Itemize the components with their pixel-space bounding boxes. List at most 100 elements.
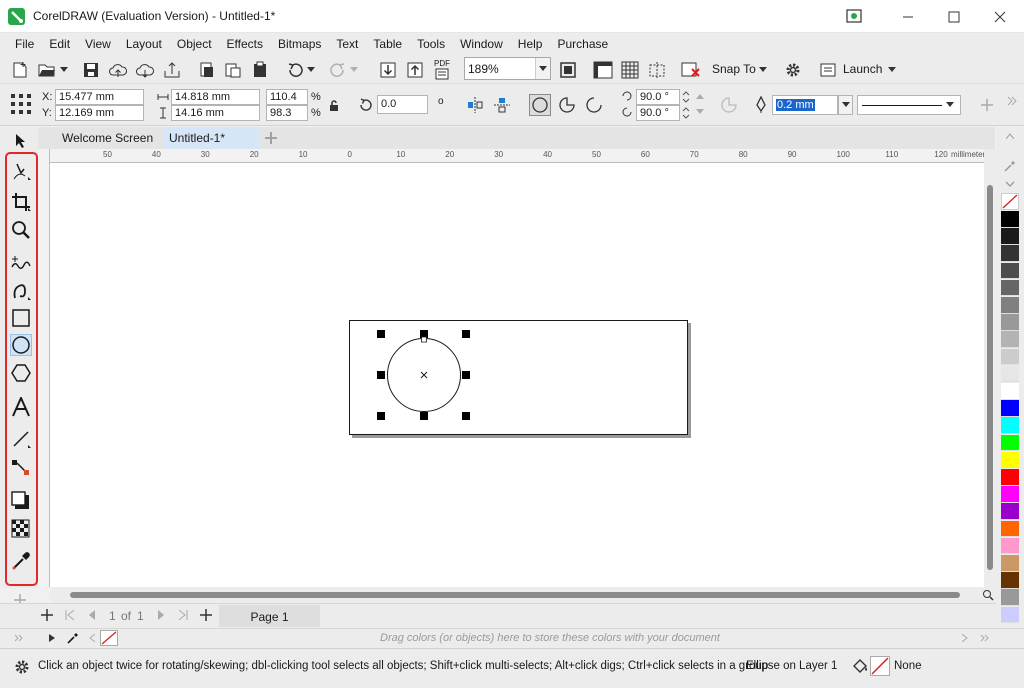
vertical-scroll-thumb[interactable] (987, 185, 993, 570)
launch-label[interactable]: Launch (843, 62, 882, 76)
new-tab-plus-icon[interactable] (262, 129, 280, 147)
color-swatch[interactable] (1001, 555, 1019, 572)
color-swatch[interactable] (1001, 314, 1019, 331)
import-icon[interactable] (196, 59, 218, 81)
redo-icon[interactable] (327, 59, 349, 81)
freehand-tool-icon[interactable] (10, 252, 32, 274)
menu-window[interactable]: Window (455, 37, 513, 51)
object-width-field[interactable]: 14.818 mm (171, 89, 260, 105)
crop-tool-icon[interactable] (10, 191, 32, 213)
palette-flyout-icon[interactable] (1002, 178, 1018, 192)
rectangle-tool-icon[interactable] (10, 307, 32, 329)
guidelines-icon[interactable] (646, 59, 668, 81)
color-swatch[interactable] (1001, 537, 1019, 555)
show-grid-icon[interactable] (619, 59, 641, 81)
x-position-field[interactable]: 15.477 mm (55, 89, 144, 105)
maximize-button[interactable] (931, 0, 977, 33)
menu-help[interactable]: Help (513, 37, 553, 51)
transparency-tool-icon[interactable] (10, 518, 32, 540)
undo-dropdown-icon[interactable] (305, 59, 317, 81)
lock-ratio-icon[interactable] (327, 98, 341, 112)
color-swatch[interactable] (1001, 520, 1019, 538)
end-angle-spinner-icon[interactable] (681, 105, 691, 121)
export-icon[interactable] (222, 59, 244, 81)
docpalette-no-color-swatch[interactable] (100, 630, 118, 646)
start-angle-up-icon[interactable] (694, 89, 706, 103)
swatch-no-color[interactable] (1001, 193, 1019, 210)
launch-app-icon[interactable] (817, 59, 839, 81)
menu-file[interactable]: File (10, 37, 44, 51)
color-swatch[interactable] (1001, 589, 1019, 607)
update-icon[interactable] (844, 6, 864, 26)
menu-object[interactable]: Object (172, 37, 222, 51)
last-page-icon[interactable] (175, 607, 191, 623)
menu-edit[interactable]: Edit (44, 37, 80, 51)
color-swatch[interactable] (1001, 417, 1019, 435)
new-document-icon[interactable] (9, 59, 31, 81)
palette-scroll-up-icon[interactable] (1002, 130, 1018, 142)
line-style-dropdown-icon[interactable] (941, 96, 959, 114)
object-origin-icon[interactable] (9, 92, 33, 116)
arc-mode-icon[interactable] (583, 94, 605, 116)
menu-table[interactable]: Table (368, 37, 412, 51)
snap-off-icon[interactable] (680, 59, 702, 81)
menu-text[interactable]: Text (331, 37, 368, 51)
rotation-angle-field[interactable]: 0.0 (377, 95, 428, 114)
color-swatch[interactable] (1001, 503, 1019, 521)
docpalette-menu-icon[interactable] (46, 631, 58, 645)
menu-tools[interactable]: Tools (412, 37, 455, 51)
horizontal-scroll-thumb[interactable] (70, 592, 960, 598)
docpalette-expand-icon[interactable] (12, 631, 26, 645)
change-direction-icon[interactable] (719, 95, 739, 115)
docpalette-collapse-icon[interactable] (978, 631, 992, 645)
object-height-field[interactable]: 14.16 mm (171, 105, 260, 121)
shape-tool-icon[interactable] (10, 160, 32, 182)
menu-bitmaps[interactable]: Bitmaps (273, 37, 331, 51)
scale-x-field[interactable]: 110.4 (266, 89, 308, 105)
outline-width-field[interactable]: 0.2 mm (772, 95, 838, 115)
zoom-tool-icon[interactable] (10, 219, 32, 241)
snap-to-label[interactable]: Snap To (712, 62, 756, 76)
import-file-icon[interactable] (377, 59, 399, 81)
previous-page-icon[interactable] (84, 607, 100, 623)
undo-icon[interactable] (284, 59, 306, 81)
color-swatch[interactable] (1001, 331, 1019, 349)
color-swatch[interactable] (1001, 469, 1019, 486)
start-angle-field[interactable]: 90.0 ° (636, 89, 680, 105)
zoom-navigator-icon[interactable] (980, 588, 996, 602)
color-swatch[interactable] (1001, 279, 1019, 297)
vertical-ruler[interactable] (38, 149, 50, 587)
scale-y-field[interactable]: 98.3 (266, 105, 308, 121)
save-icon[interactable] (80, 59, 102, 81)
next-page-icon[interactable] (153, 607, 169, 623)
share-icon[interactable] (161, 59, 183, 81)
publish-pdf-icon[interactable]: PDF (431, 59, 453, 81)
close-button[interactable] (977, 0, 1023, 33)
show-rulers-icon[interactable] (592, 59, 614, 81)
docpalette-scroll-right-icon[interactable] (958, 631, 972, 645)
end-angle-down-icon[interactable] (694, 105, 706, 119)
color-swatch[interactable] (1001, 486, 1019, 503)
color-swatch[interactable] (1001, 572, 1019, 589)
color-swatch[interactable] (1001, 262, 1019, 280)
menu-purchase[interactable]: Purchase (552, 37, 618, 51)
full-screen-preview-icon[interactable] (557, 59, 579, 81)
cloud-download-icon[interactable] (134, 59, 156, 81)
add-page-before-icon[interactable] (39, 607, 55, 623)
property-bar-overflow-icon[interactable] (1003, 92, 1021, 110)
add-page-after-icon[interactable] (198, 607, 214, 623)
horizontal-ruler[interactable] (50, 149, 996, 163)
export-file-icon[interactable] (404, 59, 426, 81)
text-tool-icon[interactable] (10, 396, 32, 418)
color-swatch[interactable] (1001, 365, 1019, 383)
outline-width-dropdown-icon[interactable] (838, 95, 853, 115)
property-bar-add-icon[interactable] (977, 95, 997, 115)
settings-gear-icon[interactable] (782, 59, 804, 81)
menu-effects[interactable]: Effects (222, 37, 273, 51)
connector-tool-icon[interactable] (10, 456, 32, 478)
current-page-number[interactable]: 1 (109, 609, 116, 623)
tab-untitled-1[interactable]: Untitled-1* (163, 127, 259, 149)
open-dropdown-icon[interactable] (58, 59, 70, 81)
status-settings-gear-icon[interactable] (12, 657, 32, 677)
palette-eyedropper-icon[interactable] (1002, 158, 1018, 174)
